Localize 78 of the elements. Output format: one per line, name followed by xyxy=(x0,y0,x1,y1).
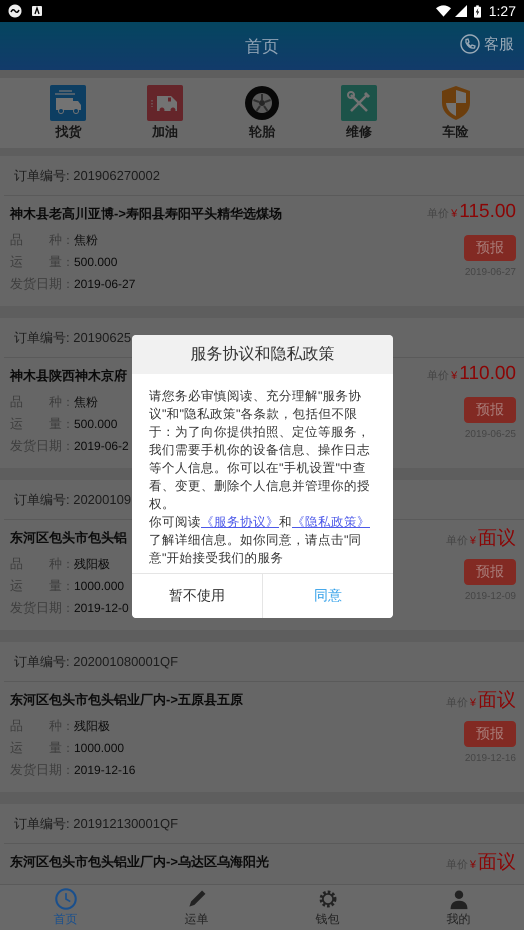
route-text: 神木县老高川亚博->寿阳县寿阳平头精华选煤场 xyxy=(10,205,282,223)
tab-item[interactable]: 运单 xyxy=(131,885,262,930)
price-value: 110.00 xyxy=(459,363,516,385)
detail-value: 1000.000 xyxy=(74,579,124,593)
customer-service-button[interactable]: 客服 xyxy=(460,34,514,54)
signal-icon xyxy=(454,5,467,17)
currency-sign: ¥ xyxy=(470,535,476,547)
tab-item[interactable]: 钱包 xyxy=(262,885,393,930)
dialog-message: 请您务必审慎阅读、充分理解"服务协议"和"隐私政策"各条款，包括但不限于：为了向你提供拍照、定位等服务，我们需要手机你的设备信息、操作日志等个人信息。你可以在"手机设置"中查看、变更、删除个人信息并管理你的授权。 xyxy=(149,388,371,513)
detail-colon: ： xyxy=(62,232,74,248)
clock-icon xyxy=(54,888,76,910)
truck-icon xyxy=(50,85,86,121)
shortcut-button[interactable]: 车险 xyxy=(438,85,474,141)
detail-colon: ： xyxy=(62,718,74,734)
shortcut-button[interactable]: 轮胎 xyxy=(244,85,280,141)
tire-icon xyxy=(244,85,280,121)
shortcut-button[interactable]: 维修 xyxy=(340,85,377,141)
currency-sign: ¥ xyxy=(451,208,458,220)
route-text: 东河区包头市包头铝业厂内->五原县五原 xyxy=(10,691,243,709)
detail-value: 2019-12-0 xyxy=(74,601,129,615)
report-button[interactable]: 预报 xyxy=(464,397,516,423)
order-number: 订单编号: 20190625 xyxy=(14,328,132,346)
currency-sign: ¥ xyxy=(451,370,458,382)
detail-colon: ： xyxy=(62,556,74,572)
detail-colon: ： xyxy=(62,254,74,270)
detail-value: 2019-06-27 xyxy=(74,277,136,291)
detail-colon: ： xyxy=(62,394,74,410)
detail-colon: ： xyxy=(62,276,74,292)
detail-colon: ： xyxy=(62,600,74,616)
currency-sign: ¥ xyxy=(470,697,476,709)
currency-sign: ¥ xyxy=(470,859,476,871)
detail-value: 500.000 xyxy=(74,417,118,431)
order-number: 订单编号: 20200109 xyxy=(14,490,132,508)
price-value: 面议 xyxy=(478,851,516,875)
order-number: 订单编号: 202001080001QF xyxy=(14,652,178,670)
detail-value: 残阳极 xyxy=(74,556,110,572)
detail-colon: ： xyxy=(62,438,74,454)
route-text: 东河区包头市包头铝业厂内->乌达区乌海阳光 xyxy=(10,853,269,871)
detail-value: 2019-12-16 xyxy=(74,763,136,777)
gear-icon xyxy=(316,888,338,910)
phone-icon xyxy=(460,34,480,54)
app-notification-icon xyxy=(8,4,22,18)
order-number: 订单编号: 201912130001QF xyxy=(14,814,178,832)
policy-link[interactable]: 《隐私政策》 xyxy=(292,515,370,529)
report-button[interactable]: 预报 xyxy=(464,559,516,585)
wifi-icon xyxy=(436,5,451,17)
shortcut-button[interactable]: 加油 xyxy=(147,85,184,141)
detail-value: 焦粉 xyxy=(74,232,98,248)
price-value: 面议 xyxy=(478,527,516,551)
tab-item[interactable]: 我的 xyxy=(393,885,524,930)
detail-value: 2019-06-2 xyxy=(74,439,129,453)
keyboard-notification-icon xyxy=(32,6,42,16)
person-icon xyxy=(448,888,470,910)
battery-icon xyxy=(474,4,481,18)
tanker-truck-icon xyxy=(147,85,184,121)
shortcut-button[interactable]: 找货 xyxy=(50,85,86,141)
price-value: 115.00 xyxy=(459,201,516,223)
dialog-message: 你可阅读《服务协议》和《隐私政策》 了解详细信息。如你同意，请点击"同意"开始接受我们的服务 xyxy=(149,514,371,567)
detail-colon: ： xyxy=(62,740,74,756)
detail-colon: ： xyxy=(62,578,74,594)
detail-colon: ： xyxy=(62,416,74,432)
detail-value: 残阳极 xyxy=(74,718,110,734)
report-button[interactable]: 预报 xyxy=(464,235,516,261)
page-title: 首页 xyxy=(245,36,279,58)
detail-colon: ： xyxy=(62,762,74,778)
dialog-title: 服务协议和隐私政策 xyxy=(132,335,393,374)
detail-value: 500.000 xyxy=(74,255,118,269)
order-number: 订单编号: 201906270002 xyxy=(14,166,160,184)
report-button[interactable]: 预报 xyxy=(464,721,516,747)
price-value: 面议 xyxy=(478,689,516,713)
detail-value: 焦粉 xyxy=(74,394,98,410)
status-time: 1:27 xyxy=(488,3,516,19)
route-text: 东河区包头市包头铝 xyxy=(10,529,128,547)
policy-link[interactable]: 《服务协议》 xyxy=(201,515,279,529)
detail-value: 1000.000 xyxy=(74,741,124,755)
agree-button[interactable]: 同意 xyxy=(262,574,393,618)
tools-icon xyxy=(340,85,377,121)
route-text: 神木县陕西神木京府 xyxy=(10,367,128,385)
